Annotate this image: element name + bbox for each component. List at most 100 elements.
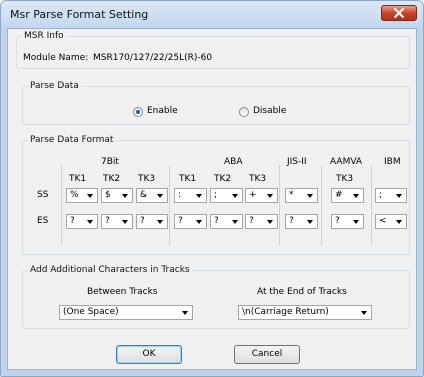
close-button[interactable]	[381, 5, 417, 21]
row-label-es: ES	[37, 216, 49, 226]
es-jis2-select[interactable]: ?	[285, 214, 318, 229]
combo-value: ?	[249, 216, 254, 226]
ok-button[interactable]: OK	[116, 345, 182, 364]
end-of-tracks-select[interactable]: \n(Carriage Return)	[238, 305, 372, 320]
column-separator	[371, 165, 372, 245]
combo-value: ;	[379, 190, 383, 200]
combo-value: #	[335, 190, 343, 200]
chevron-down-icon	[157, 220, 163, 224]
dialog-body: MSR Info Module Name: MSR170/127/22/25L(…	[7, 28, 417, 370]
es-7bit-tk3-select[interactable]: ?	[136, 214, 168, 229]
es-aamva-tk3-select[interactable]: ?	[331, 214, 364, 229]
chevron-down-icon	[307, 194, 313, 198]
group-label-aamva: AAMVA	[330, 157, 363, 167]
combo-value: ?	[335, 216, 340, 226]
combo-value: ?	[70, 216, 75, 226]
enable-radio-label: Enable	[147, 106, 178, 116]
es-7bit-tk1-select[interactable]: ?	[66, 214, 98, 229]
msr-info-group: MSR Info Module Name: MSR170/127/22/25L(…	[16, 31, 410, 69]
parse-data-group: Parse Data Enable Disable	[22, 81, 410, 125]
enable-radio-button[interactable]	[133, 107, 143, 117]
combo-value: ?	[140, 216, 145, 226]
es-aba-tk3-select[interactable]: ?	[245, 214, 278, 229]
combo-value: +	[249, 190, 257, 200]
es-aba-tk2-select[interactable]: ?	[210, 214, 243, 229]
ss-aamva-tk3-select[interactable]: #	[331, 188, 364, 203]
cancel-button[interactable]: Cancel	[234, 345, 300, 364]
ss-ibm-select[interactable]: ;	[375, 188, 407, 203]
es-7bit-tk2-select[interactable]: ?	[101, 214, 133, 229]
combo-value: ?	[105, 216, 110, 226]
track-header: TK3	[249, 174, 267, 184]
ss-aba-tk1-select[interactable]: :	[174, 188, 207, 203]
parse-data-format-group: Parse Data Format 7Bit ABA JIS-II AAMVA …	[22, 135, 410, 255]
additional-characters-legend: Add Additional Characters in Tracks	[30, 265, 190, 275]
track-header: TK2	[103, 174, 121, 184]
combo-value: ?	[289, 216, 294, 226]
chevron-down-icon	[157, 194, 163, 198]
chevron-down-icon	[267, 194, 273, 198]
chevron-down-icon	[232, 194, 238, 198]
dialog-window: Msr Parse Format Setting MSR Info Module…	[0, 0, 424, 377]
column-separator	[169, 165, 170, 245]
additional-characters-group: Add Additional Characters in Tracks Betw…	[22, 265, 410, 329]
track-header: TK1	[179, 174, 197, 184]
group-label-ibm: IBM	[384, 157, 401, 167]
chevron-down-icon	[196, 194, 202, 198]
group-label-jis2: JIS-II	[287, 157, 307, 167]
combo-value: *	[289, 190, 294, 200]
column-separator	[321, 165, 322, 245]
combo-value: ?	[214, 216, 219, 226]
column-separator	[61, 165, 62, 245]
combo-value: $	[105, 190, 111, 200]
combo-value: (One Space)	[63, 307, 119, 317]
module-name-value: MSR170/127/22/25L(R)-60	[93, 53, 213, 63]
chevron-down-icon	[361, 311, 367, 315]
track-header: TK3	[138, 174, 156, 184]
parse-data-format-legend: Parse Data Format	[30, 135, 114, 145]
chevron-down-icon	[182, 311, 188, 315]
ss-7bit-tk3-select[interactable]: &	[136, 188, 168, 203]
chevron-down-icon	[353, 194, 359, 198]
chevron-down-icon	[396, 220, 402, 224]
between-tracks-select[interactable]: (One Space)	[59, 305, 193, 320]
combo-value: %	[70, 190, 79, 200]
chevron-down-icon	[122, 220, 128, 224]
disable-radio-button[interactable]	[239, 107, 249, 117]
chevron-down-icon	[87, 220, 93, 224]
combo-value: \n(Carriage Return)	[242, 307, 329, 317]
parse-data-legend: Parse Data	[30, 81, 79, 91]
ss-7bit-tk2-select[interactable]: $	[101, 188, 133, 203]
chevron-down-icon	[396, 194, 402, 198]
end-of-tracks-label: At the End of Tracks	[257, 287, 347, 297]
window-title: Msr Parse Format Setting	[10, 8, 149, 21]
ss-7bit-tk1-select[interactable]: %	[66, 188, 98, 203]
ss-jis2-select[interactable]: *	[285, 188, 318, 203]
chevron-down-icon	[122, 194, 128, 198]
combo-value: ?	[178, 216, 183, 226]
es-aba-tk1-select[interactable]: ?	[174, 214, 207, 229]
combo-value: ;	[214, 190, 218, 200]
chevron-down-icon	[196, 220, 202, 224]
close-icon	[394, 8, 404, 18]
between-tracks-label: Between Tracks	[87, 287, 158, 297]
combo-value: :	[178, 190, 182, 200]
combo-value: &	[140, 190, 148, 200]
title-bar[interactable]: Msr Parse Format Setting	[1, 1, 423, 28]
disable-radio-label: Disable	[253, 106, 287, 116]
track-header: TK1	[69, 174, 87, 184]
chevron-down-icon	[232, 220, 238, 224]
module-name-label: Module Name:	[23, 53, 89, 63]
es-ibm-select[interactable]: <	[375, 214, 407, 229]
combo-value: <	[379, 216, 387, 226]
row-label-ss: SS	[37, 190, 49, 200]
track-header: TK3	[336, 174, 354, 184]
group-label-7bit: 7Bit	[101, 157, 119, 167]
msr-info-legend: MSR Info	[24, 31, 64, 41]
ss-aba-tk2-select[interactable]: ;	[210, 188, 243, 203]
track-header: TK2	[214, 174, 232, 184]
chevron-down-icon	[307, 220, 313, 224]
ss-aba-tk3-select[interactable]: +	[245, 188, 278, 203]
chevron-down-icon	[267, 220, 273, 224]
column-separator	[279, 165, 280, 245]
